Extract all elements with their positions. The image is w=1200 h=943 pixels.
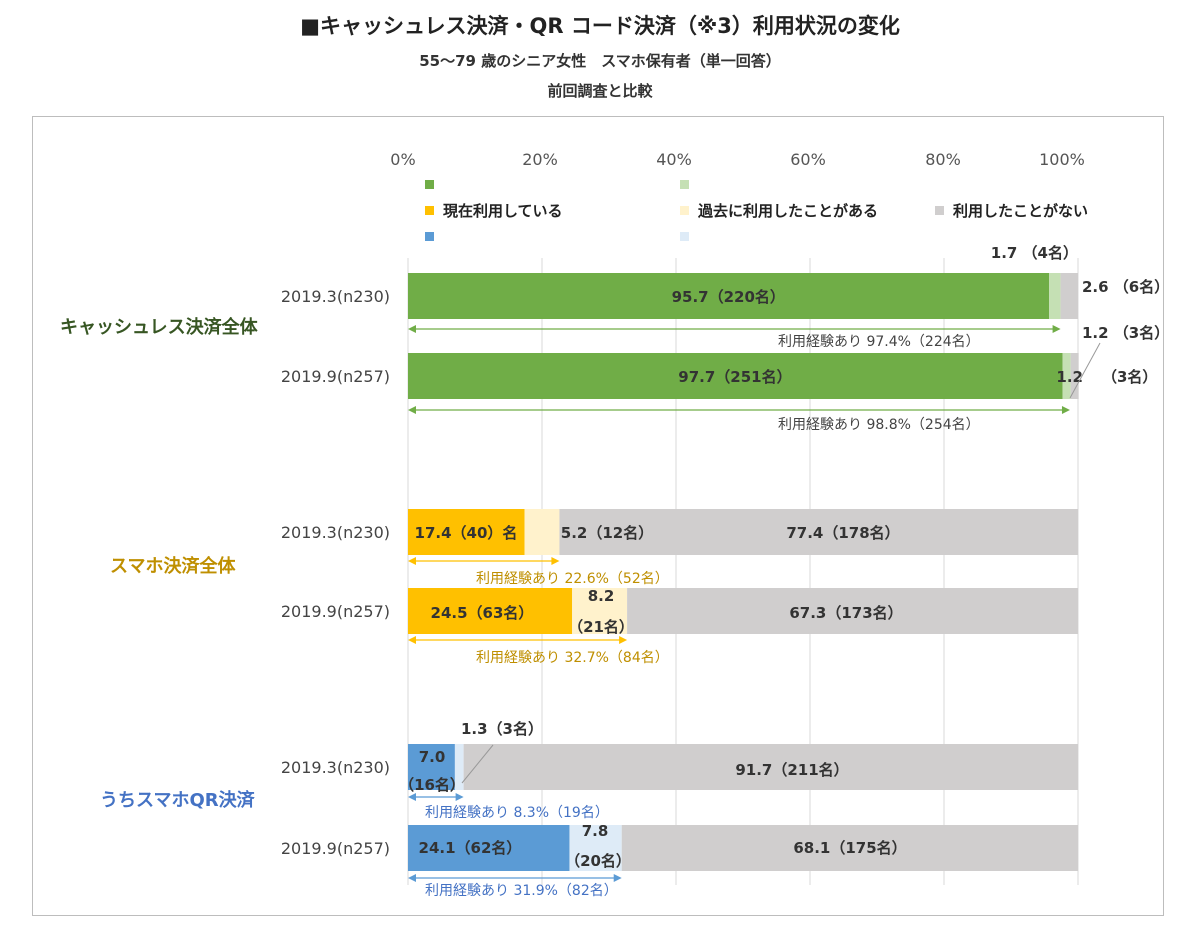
data-label: 5.2（12名） [561, 524, 653, 542]
data-label: 24.1（62名） [419, 839, 522, 857]
arrowhead-right [1061, 406, 1070, 414]
data-label: 91.7（211名） [735, 761, 848, 779]
experience-label: 利用経験あり 97.4%（224名） [778, 334, 980, 350]
group-label: うちスマホQR決済 [100, 789, 256, 811]
group-label: キャッシュレス決済全体 [60, 316, 259, 338]
data-label: 68.1（175名） [793, 839, 906, 857]
data-label: （20名） [565, 852, 631, 870]
legend-swatch [425, 206, 434, 215]
bar-past [524, 509, 560, 555]
x-tick-label: 0% [390, 150, 415, 169]
legend-swatch [425, 232, 434, 241]
legend-swatch [425, 180, 434, 189]
arrowhead-left [408, 793, 416, 801]
data-label: 67.3（173名） [789, 604, 902, 622]
data-label: 17.4（40）名 [415, 524, 518, 542]
arrowhead-left [408, 636, 416, 644]
stacked-bar-chart: 0% 20% 40% 60% 80% 100%現在利用している 過去に利用したことがある 利用… [60, 150, 1169, 899]
category-label: 2019.9(n257) [281, 367, 390, 386]
experience-label: 利用経験あり 22.6%（52名） [476, 571, 669, 587]
data-label: 7.8 [582, 822, 609, 840]
legend-label: 現在利用している [443, 202, 563, 220]
arrowhead-right [619, 636, 628, 644]
arrowhead-left [408, 557, 416, 565]
data-label: 1.2 （3名） [1082, 324, 1169, 342]
data-label: 2.6 （6名） [1082, 278, 1169, 296]
arrowhead-left [408, 874, 416, 882]
experience-label: 利用経験あり 32.7%（84名） [476, 650, 669, 666]
category-label: 2019.9(n257) [281, 602, 390, 621]
group-label: スマホ決済全体 [110, 555, 236, 577]
legend-label: 利用したことがない [953, 202, 1088, 220]
legend-label: 過去に利用したことがある [697, 202, 878, 220]
legend-swatch [680, 206, 689, 215]
experience-label: 利用経験あり 31.9%（82名） [425, 883, 618, 899]
arrowhead-right [551, 557, 560, 565]
data-label: 24.5（63名） [431, 604, 534, 622]
data-label: 8.2 [588, 587, 615, 605]
category-label: 2019.3(n230) [281, 523, 390, 542]
data-label: 1.3（3名） [461, 720, 543, 738]
category-label: 2019.3(n230) [281, 287, 390, 306]
data-label: 97.7（251名） [678, 368, 791, 386]
experience-label: 利用経験あり 8.3%（19名） [425, 805, 609, 821]
data-label: 1.7 （4名） [991, 244, 1078, 262]
legend-swatch [680, 232, 689, 241]
data-label: 77.4（178名） [786, 524, 899, 542]
experience-label: 利用経験あり 98.8%（254名） [778, 417, 980, 433]
data-label: 7.0 [419, 748, 446, 766]
arrowhead-left [408, 325, 416, 333]
data-label: （3名） [1102, 368, 1157, 386]
arrowhead-right [613, 874, 622, 882]
data-label: 1.2 [1056, 368, 1083, 386]
legend-swatch [680, 180, 689, 189]
legend-swatch [935, 206, 944, 215]
bar-never [1060, 273, 1078, 319]
data-label: 95.7（220名） [672, 288, 785, 306]
category-label: 2019.9(n257) [281, 839, 390, 858]
data-label: （16名） [399, 776, 465, 794]
bar-past [1049, 273, 1061, 319]
x-tick-label: 20% [522, 150, 558, 169]
arrowhead-right [1052, 325, 1061, 333]
arrowhead-left [408, 406, 416, 414]
x-tick-label: 100% [1039, 150, 1085, 169]
x-tick-label: 40% [656, 150, 692, 169]
x-tick-label: 80% [925, 150, 961, 169]
arrowhead-right [455, 793, 464, 801]
data-label: （21名） [568, 618, 634, 636]
x-tick-label: 60% [790, 150, 826, 169]
category-label: 2019.3(n230) [281, 758, 390, 777]
